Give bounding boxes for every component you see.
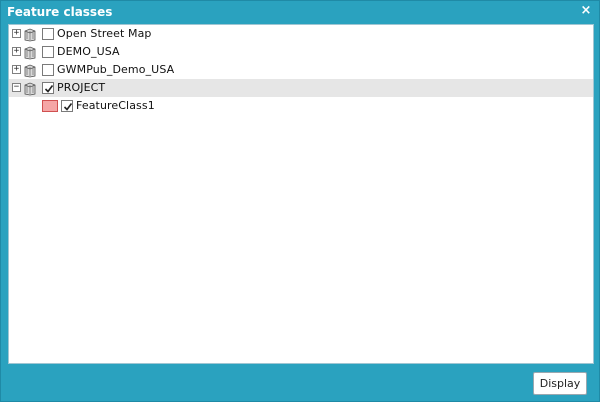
- collapse-minus-icon[interactable]: −: [12, 83, 21, 92]
- tree-node-checkbox-checked[interactable]: [61, 100, 73, 112]
- tree-node-label: GWMPub_Demo_USA: [57, 63, 175, 76]
- database-icon: [24, 46, 36, 60]
- close-icon[interactable]: ×: [579, 4, 593, 18]
- database-icon: [24, 64, 36, 78]
- tree-node-label: FeatureClass1: [76, 99, 155, 112]
- database-icon: [24, 82, 36, 96]
- dialog-titlebar: Feature classes ×: [1, 1, 599, 25]
- tree-node-gwmpub-demo-usa[interactable]: + GWMPub_Demo_USA: [9, 61, 593, 79]
- expand-plus-icon[interactable]: +: [12, 65, 21, 74]
- tree-node-open-street-map[interactable]: + Open Street Map: [9, 25, 593, 43]
- tree-node-demo-usa[interactable]: + DEMO_USA: [9, 43, 593, 61]
- tree-node-featureclass1[interactable]: FeatureClass1: [9, 97, 593, 115]
- tree-node-checkbox[interactable]: [42, 46, 54, 58]
- checkmark-icon: [63, 103, 73, 111]
- tree-node-checkbox[interactable]: [42, 64, 54, 76]
- dialog-title: Feature classes: [7, 5, 113, 19]
- tree-node-label: DEMO_USA: [57, 45, 120, 58]
- layer-color-swatch: [42, 100, 58, 112]
- database-icon: [24, 28, 36, 42]
- tree-node-checkbox[interactable]: [42, 28, 54, 40]
- tree-node-checkbox-checked[interactable]: [42, 82, 54, 94]
- tree-node-label: Open Street Map: [57, 27, 152, 40]
- tree-node-project[interactable]: − PROJECT: [9, 79, 593, 97]
- feature-tree-panel: + Open Street Map + DEMO_USA + GWMPub_De…: [8, 24, 594, 364]
- expand-plus-icon[interactable]: +: [12, 47, 21, 56]
- feature-classes-dialog: Feature classes × + Open Street Map + DE…: [0, 0, 600, 402]
- display-button[interactable]: Display: [533, 372, 587, 395]
- expand-plus-icon[interactable]: +: [12, 29, 21, 38]
- checkmark-icon: [44, 85, 54, 93]
- tree-node-label: PROJECT: [57, 81, 106, 94]
